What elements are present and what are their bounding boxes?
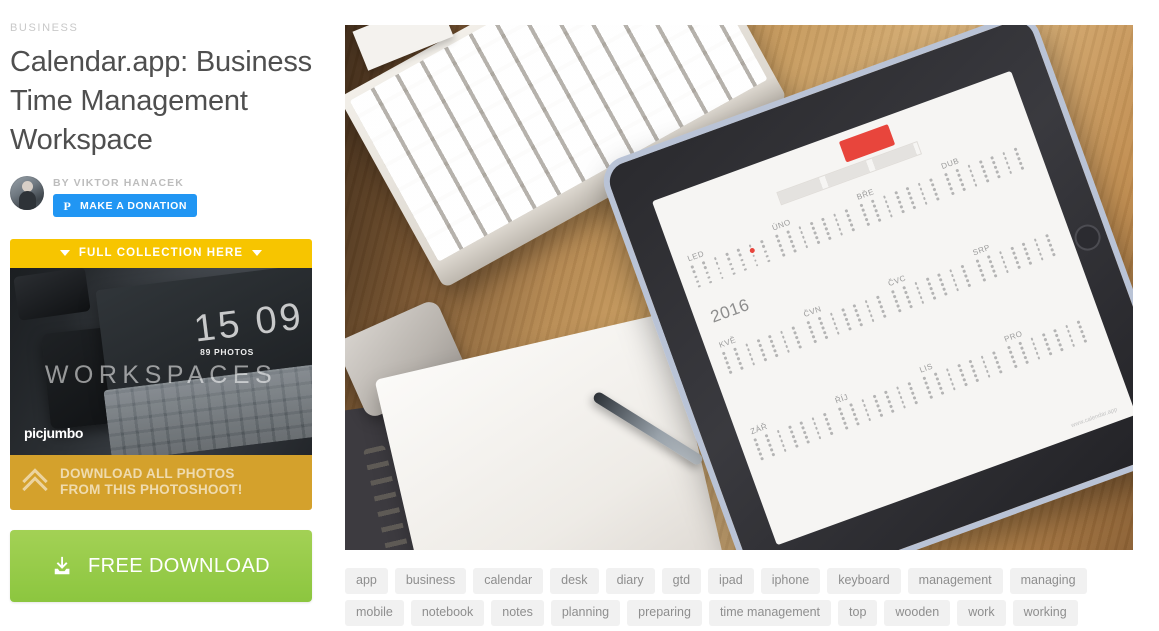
make-a-donation-button[interactable]: P MAKE A DONATION	[53, 194, 198, 217]
tag-chip[interactable]: top	[838, 600, 878, 626]
tag-chip[interactable]: keyboard	[827, 568, 901, 594]
photo-count-badge: 89 PHOTOS	[200, 347, 254, 357]
download-all-photos-banner[interactable]: DOWNLOAD ALL PHOTOS FROM THIS PHOTOSHOOT…	[10, 455, 312, 510]
avatar	[10, 176, 44, 210]
hero-photo[interactable]: 2016 LED ÚNO BŘE DUB KVĚ ČVN ČVC SRP ZÁŘ ŘÍJ LIS PR…	[345, 25, 1133, 550]
collection-name: WORKSPACES	[44, 361, 278, 389]
free-download-button[interactable]: FREE DOWNLOAD	[10, 530, 312, 602]
tag-chip[interactable]: management	[907, 568, 1003, 594]
category-label[interactable]: BUSINESS	[10, 22, 312, 34]
chevron-down-icon-left	[59, 250, 70, 256]
tag-chip[interactable]: wooden	[884, 600, 951, 626]
author-meta: BY VIKTOR HANACEK P MAKE A DONATION	[53, 176, 198, 217]
sidebar: BUSINESS Calendar.app: Business Time Man…	[10, 22, 312, 602]
tag-chip[interactable]: managing	[1009, 568, 1087, 594]
tag-chip[interactable]: notebook	[410, 600, 485, 626]
tag-chip[interactable]: working	[1012, 600, 1078, 626]
paypal-icon: P	[63, 198, 72, 213]
page-title: Calendar.app: Business Time Management W…	[10, 46, 312, 156]
tag-chip[interactable]: gtd	[661, 568, 702, 594]
tag-chip[interactable]: work	[957, 600, 1006, 626]
collection-promo-card[interactable]: FULL COLLECTION HERE 15 09 WORKSPACES 89…	[10, 239, 312, 510]
photo-detail-page: BUSINESS Calendar.app: Business Time Man…	[0, 0, 1159, 631]
tag-chip[interactable]: time management	[708, 600, 832, 626]
tag-chip[interactable]: ipad	[708, 568, 754, 594]
tag-chip[interactable]: iphone	[760, 568, 821, 594]
tag-chip[interactable]: diary	[605, 568, 655, 594]
main-content: 2016 LED ÚNO BŘE DUB KVĚ ČVN ČVC SRP ZÁŘ ŘÍJ LIS PR…	[345, 25, 1133, 626]
collection-thumbnail[interactable]: 15 09 WORKSPACES 89 PHOTOS picjumbo	[10, 268, 312, 455]
tag-chip[interactable]: calendar	[473, 568, 544, 594]
download-icon	[54, 556, 70, 575]
download-all-photos-text: DOWNLOAD ALL PHOTOS FROM THIS PHOTOSHOOT…	[60, 466, 242, 498]
tag-chip[interactable]: desk	[550, 568, 599, 594]
author-byline[interactable]: BY VIKTOR HANACEK	[53, 177, 197, 189]
chevron-down-icon-right	[252, 250, 263, 256]
tag-chip[interactable]: notes	[491, 600, 544, 626]
full-collection-header[interactable]: FULL COLLECTION HERE	[10, 239, 312, 268]
tag-chip[interactable]: preparing	[627, 600, 702, 626]
picjumbo-watermark: picjumbo	[24, 425, 84, 441]
tag-chip[interactable]: app	[345, 568, 388, 594]
download-all-line-2: FROM THIS PHOTOSHOOT!	[60, 482, 243, 497]
tag-chip[interactable]: business	[394, 568, 467, 594]
tag-chip[interactable]: planning	[550, 600, 621, 626]
download-all-line-1: DOWNLOAD ALL PHOTOS	[60, 466, 235, 481]
author-row: BY VIKTOR HANACEK P MAKE A DONATION	[10, 176, 312, 217]
tag-chip[interactable]: mobile	[345, 600, 404, 626]
donate-label: MAKE A DONATION	[80, 199, 188, 212]
free-download-label: FREE DOWNLOAD	[88, 554, 270, 577]
tag-list: app business calendar desk diary gtd ipad iphon…	[345, 568, 1135, 626]
chevron-up-double-icon	[22, 468, 48, 502]
full-collection-label: FULL COLLECTION HERE	[78, 247, 244, 259]
